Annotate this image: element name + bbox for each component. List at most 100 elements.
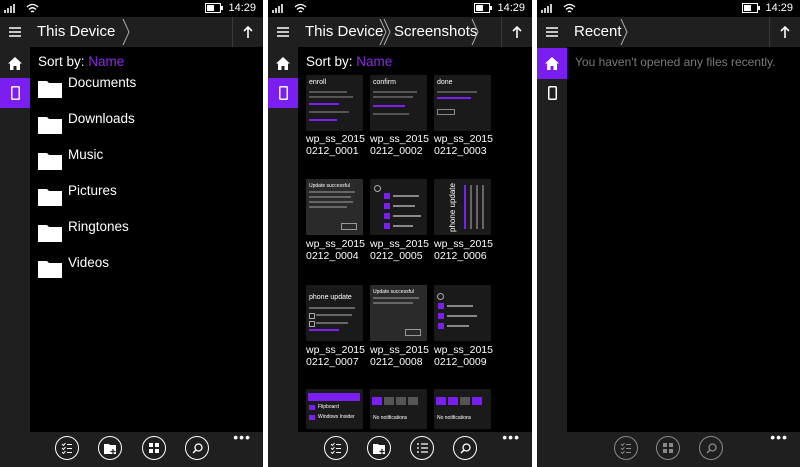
status-bar: 14:29 [268,0,532,17]
caption-line-2: 0212_0002 [370,145,423,157]
sort-value[interactable]: Name [88,54,124,69]
view-icon [663,443,673,453]
folder-name: Downloads [68,111,135,126]
thumbnail-caption: wp_ss_2015 0212_0008 [370,344,440,368]
screenshot-thumbnail[interactable] [370,179,427,235]
view-button[interactable] [142,436,166,460]
up-button[interactable] [501,17,532,47]
sort-value[interactable]: Name [356,54,392,69]
signal-icon [541,4,552,13]
new-folder-icon [104,443,116,454]
sort-label: Sort by: [306,54,353,69]
app-bar: ••• [268,430,532,467]
clock: 14:29 [497,2,525,14]
wifi-icon [26,3,39,13]
sort-by-control[interactable]: Sort by: Name [38,54,124,69]
signal-icon [272,4,283,13]
screenshot-thumbnail[interactable]: phone update [306,285,363,341]
screenshot-thumbnail[interactable]: Update successful [306,179,363,235]
up-button[interactable] [769,17,800,47]
screenshot-thumbnail[interactable]: Update successful [370,285,427,341]
signal-icon [4,4,15,13]
home-button[interactable] [537,48,567,79]
more-options-button[interactable]: ••• [770,430,788,444]
screenshot-thumbnail[interactable]: done [434,75,491,131]
breadcrumb-recent[interactable]: Recent [574,17,622,47]
view-button[interactable] [656,436,680,460]
screenshot-thumbnail[interactable]: confirm [370,75,427,131]
caption-line-2: 0212_0007 [306,356,359,368]
thumbnail-grid: Sort by: Name enroll confirm done wp_ss_ [298,47,532,432]
breadcrumb: This Device [30,17,263,47]
phone-icon [278,86,288,100]
thumbnail-caption: wp_ss_2015 0212_0001 [306,133,376,157]
thumbnail-caption: wp_ss_2015 0212_0003 [434,133,504,157]
select-button[interactable] [55,436,79,460]
home-button[interactable] [268,48,298,79]
arrow-up-icon [512,26,522,38]
thumbnail-caption: wp_ss_2015 0212_0007 [306,344,376,368]
wifi-icon [294,3,307,13]
thumbnail-text: No notifications [373,415,408,421]
screenshot-thumbnail[interactable]: Flipboard Windows Insider [306,389,363,429]
thumbnail-text: Flipboard [318,404,339,410]
empty-state-message: You haven't opened any files recently. [575,55,776,69]
breadcrumb-screenshots[interactable]: Screenshots [394,17,477,47]
phone-icon [10,86,20,100]
phone-screen-screenshots: 14:29 This Device Screenshots Sort by: N… [268,0,532,467]
folder-icon [38,261,62,278]
this-device-button[interactable] [537,78,567,108]
up-button[interactable] [232,17,263,47]
more-options-button[interactable]: ••• [502,430,520,444]
search-button[interactable] [699,436,723,460]
sort-by-control[interactable]: Sort by: Name [306,54,392,69]
caption-line-2: 0212_0006 [434,250,487,262]
hamburger-menu-button[interactable] [0,17,30,47]
breadcrumb-this-device[interactable]: This Device [37,17,115,47]
clock: 14:29 [228,2,256,14]
caption-line-1: wp_ss_2015 [370,344,429,356]
thumbnail-text: Update successful [373,289,414,295]
screenshot-thumbnail[interactable]: No notifications [370,389,427,429]
navigation-rail [0,17,30,467]
thumbnail-text: confirm [373,79,396,86]
folder-name: Pictures [68,183,117,198]
select-button[interactable] [324,436,348,460]
caption-line-1: wp_ss_2015 [306,238,365,250]
status-bar: 14:29 [0,0,263,17]
more-options-button[interactable]: ••• [233,430,251,444]
new-folder-button[interactable] [98,436,122,460]
folder-icon [38,81,62,98]
caption-line-1: wp_ss_2015 [434,238,493,250]
screenshot-thumbnail[interactable]: enroll [306,75,363,131]
screenshot-thumbnail[interactable]: No notifications [434,389,491,429]
thumbnail-caption: wp_ss_2015 0212_0006 [434,238,504,262]
this-device-button[interactable] [0,78,30,108]
thumbnail-text: enroll [309,79,327,86]
this-device-button[interactable] [268,78,298,108]
new-folder-button[interactable] [367,436,391,460]
breadcrumb-this-device[interactable]: This Device [305,17,383,47]
arrow-up-icon [780,26,790,38]
home-button[interactable] [0,48,30,79]
search-button[interactable] [185,436,209,460]
select-button[interactable] [614,436,638,460]
caption-line-1: wp_ss_2015 [306,344,365,356]
wifi-icon [563,3,576,13]
search-button[interactable] [453,436,477,460]
home-icon [545,57,559,70]
thumbnail-text: phone update [309,294,352,301]
caption-line-2: 0212_0004 [306,250,359,262]
hamburger-menu-button[interactable] [268,17,298,47]
hamburger-menu-button[interactable] [537,17,567,47]
clock: 14:29 [765,2,793,14]
view-button[interactable] [410,436,434,460]
screenshot-thumbnail[interactable]: phone update [434,179,491,235]
caption-line-2: 0212_0003 [434,145,487,157]
home-icon [276,57,290,70]
select-icon [61,442,72,454]
thumbnail-caption: wp_ss_2015 0212_0009 [434,344,504,368]
search-icon [191,442,203,454]
screenshot-thumbnail[interactable] [434,285,491,341]
thumbnail-text: No notifications [437,415,472,421]
